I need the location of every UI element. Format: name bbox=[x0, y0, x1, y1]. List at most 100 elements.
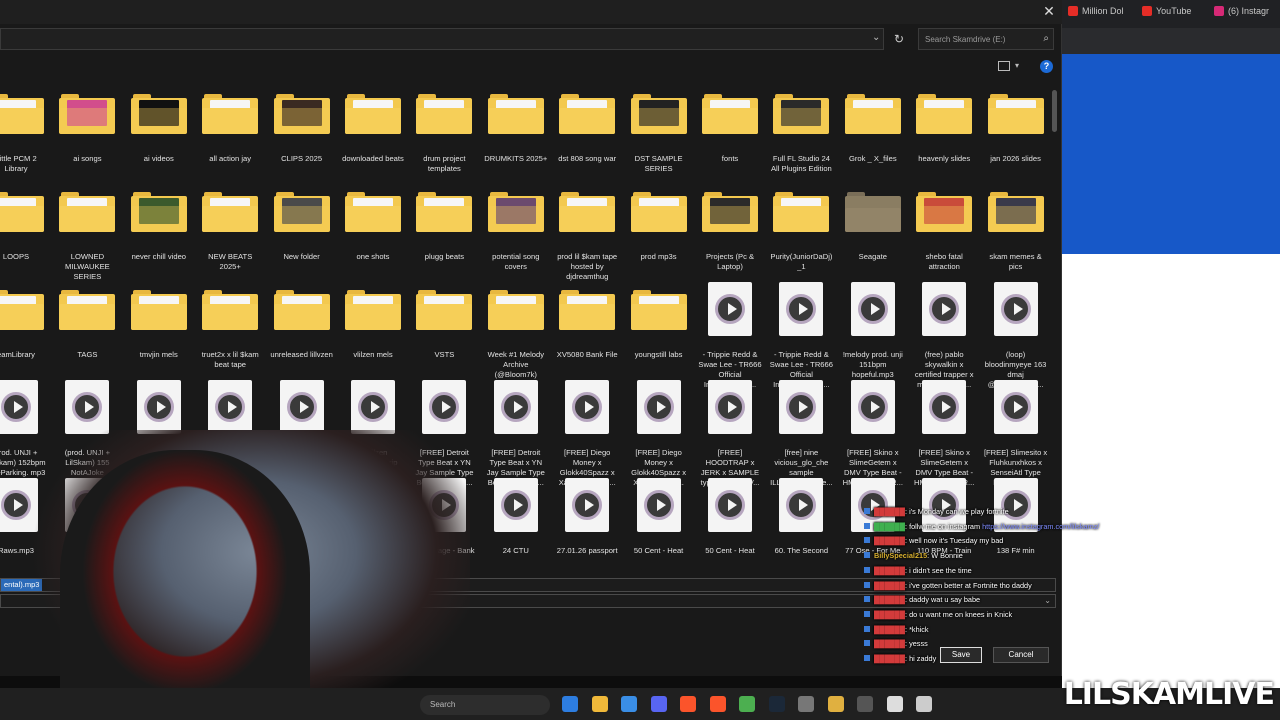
folder-item[interactable]: shebo fatal attraction bbox=[912, 188, 976, 272]
folder-item[interactable]: heavenly slides bbox=[912, 90, 976, 164]
folder-item[interactable]: one shots bbox=[341, 188, 405, 262]
folder-item[interactable]: Little PCM 2 Library bbox=[0, 90, 48, 174]
folder-item[interactable]: truet2x x lil $kam beat tape bbox=[198, 286, 262, 370]
item-label: !melody prod. unji 151bpm hopeful.mp3 bbox=[842, 350, 903, 379]
audio-file-item[interactable]: - Trippie Redd & Swae Lee - TR666 Offici… bbox=[698, 282, 762, 390]
help-icon[interactable]: ? bbox=[1040, 60, 1053, 73]
folder-item[interactable]: jan 2026 slides bbox=[984, 90, 1048, 164]
folder-item[interactable]: ai videos bbox=[127, 90, 191, 164]
folder-item[interactable]: drum project templates bbox=[412, 90, 476, 174]
item-label: TAGS bbox=[77, 350, 98, 359]
folder-item[interactable]: youngstill labs bbox=[627, 286, 691, 360]
audio-file-item[interactable]: 27.01.26 passport bbox=[555, 478, 619, 556]
chat-text: : follw me on instagram bbox=[905, 521, 983, 531]
folder-item[interactable]: LOWNED MILWAUKEE SERIES bbox=[55, 188, 119, 282]
audio-file-item[interactable]: 50 Cent - Heat bbox=[627, 478, 691, 556]
chat-link[interactable]: https://www.instagram.com/lilskamz/ bbox=[982, 522, 1099, 531]
browser-tab[interactable]: Million Dol bbox=[1068, 6, 1124, 16]
folder-item[interactable]: vlilzen mels bbox=[341, 286, 405, 360]
audio-file-item[interactable]: (loop) bloodinmyeye 163 dmaj @michaelmis… bbox=[984, 282, 1048, 390]
folder-item[interactable]: Projects (Pc & Laptop) bbox=[698, 188, 762, 272]
audio-file-item[interactable]: 50 Cent - Heat bbox=[698, 478, 762, 556]
taskbar-search[interactable]: Search bbox=[420, 695, 550, 715]
chat-username: BillySpecial215 bbox=[874, 551, 928, 561]
steam-icon[interactable] bbox=[768, 696, 785, 712]
view-options-icon[interactable] bbox=[998, 61, 1010, 71]
audio-file-icon bbox=[559, 380, 615, 434]
item-label: VSTS bbox=[434, 350, 455, 359]
browser-tab-label: YouTube bbox=[1156, 6, 1192, 16]
brave-icon[interactable] bbox=[680, 696, 696, 712]
folder-item[interactable]: Grok _ X_files bbox=[841, 90, 905, 164]
folder-item[interactable]: downloaded beats bbox=[341, 90, 405, 164]
app-icon[interactable] bbox=[827, 696, 844, 712]
audio-file-item[interactable]: [FREE] Skino x SlimeGetem x DMV Type Bea… bbox=[841, 380, 905, 488]
stream-watermark: LILSKAMLIVE bbox=[1063, 677, 1275, 712]
folder-item[interactable]: VSTS bbox=[412, 286, 476, 360]
audio-file-item[interactable]: [FREE] Slimesito x Fluhkunxhkos x Sensei… bbox=[984, 380, 1048, 488]
audio-file-icon bbox=[702, 282, 758, 336]
audio-file-item[interactable]: (free) pablo skywalkin x certified trapp… bbox=[912, 282, 976, 390]
chat-username: ██████ bbox=[874, 654, 906, 664]
app-icon[interactable] bbox=[916, 696, 932, 712]
chat-message: ██████: well now it's Tuesday my bad bbox=[864, 534, 1164, 549]
folder-item[interactable]: TAGS bbox=[55, 286, 119, 360]
brave-icon[interactable] bbox=[709, 696, 726, 712]
discord-icon[interactable] bbox=[650, 696, 667, 712]
audio-file-item[interactable]: [FREE] Diego Money x Glokk40Spazz x Xang… bbox=[627, 380, 691, 488]
folder-item[interactable]: NEW BEATS 2025+ bbox=[198, 188, 262, 272]
address-bar[interactable] bbox=[0, 28, 884, 50]
folder-item[interactable]: never chill video bbox=[127, 188, 191, 262]
file-explorer-icon[interactable] bbox=[591, 696, 608, 712]
copilot-icon[interactable] bbox=[562, 696, 578, 712]
audio-file-item[interactable]: [FREE] HOODTRAP x JERK x SAMPLE type bea… bbox=[698, 380, 762, 488]
audio-file-item[interactable]: 60. The Second bbox=[769, 478, 833, 556]
audio-file-item[interactable]: - Trippie Redd & Swae Lee - TR666 Offici… bbox=[769, 282, 833, 390]
folder-item[interactable]: fonts bbox=[698, 90, 762, 164]
chevron-down-icon[interactable]: ⌄ bbox=[872, 32, 880, 43]
folder-item[interactable]: dst 808 song war bbox=[555, 90, 619, 164]
folder-item[interactable]: XV5080 Bank File bbox=[555, 286, 619, 360]
item-label: Week #1 Melody Archive (@Bloom7k) bbox=[487, 350, 544, 379]
folder-item[interactable]: LOOPS bbox=[0, 188, 48, 262]
audio-file-item[interactable]: !melody prod. unji 151bpm hopeful.mp3 bbox=[841, 282, 905, 380]
audio-file-item[interactable]: [FREE] Diego Money x Glokk40Spazz x Xang… bbox=[555, 380, 619, 488]
folder-item[interactable]: ai songs bbox=[55, 90, 119, 164]
folder-item[interactable]: New folder bbox=[270, 188, 334, 262]
scrollbar[interactable] bbox=[1052, 90, 1057, 132]
folder-item[interactable]: Full FL Studio 24 All Plugins Edition bbox=[769, 90, 833, 174]
audio-file-item[interactable]: 24 CTU bbox=[484, 478, 548, 556]
folder-item[interactable]: skam memes & pics bbox=[984, 188, 1048, 272]
chrome-icon[interactable] bbox=[739, 696, 755, 712]
folder-item[interactable]: all action jay bbox=[198, 90, 262, 164]
close-icon[interactable]: ✕ bbox=[1040, 2, 1058, 20]
folder-item[interactable]: prod mp3s bbox=[627, 188, 691, 262]
search-input[interactable]: Search Skamdrive (E:) ⌕ bbox=[918, 28, 1054, 50]
browser-tab[interactable]: YouTube bbox=[1142, 6, 1191, 16]
chat-username: ██████ bbox=[874, 580, 906, 590]
audio-file-item[interactable]: [FREE] Skino x SlimeGetem x DMV Type Bea… bbox=[912, 380, 976, 488]
audio-file-item[interactable]: [free] nine vicious_glo_che sample ILLUS… bbox=[769, 380, 833, 488]
chat-badge-icon bbox=[864, 610, 870, 617]
app-icon[interactable] bbox=[798, 696, 814, 712]
audio-file-item[interactable]: [FREE] Detroit Type Beat x YN Jay Sample… bbox=[484, 380, 548, 488]
folder-item[interactable]: eamLibrary bbox=[0, 286, 48, 360]
folder-item[interactable]: tmvjin mels bbox=[127, 286, 191, 360]
item-label: dst 808 song war bbox=[558, 154, 617, 163]
app-icon[interactable] bbox=[886, 696, 903, 712]
browser-tab[interactable]: (6) Instagr bbox=[1214, 6, 1269, 16]
folder-item[interactable]: CLIPS 2025 bbox=[270, 90, 334, 164]
chevron-down-icon[interactable]: ▾ bbox=[1015, 61, 1019, 70]
folder-item[interactable]: unreleased lillvzen bbox=[270, 286, 334, 360]
folder-item[interactable]: plugg beats bbox=[412, 188, 476, 262]
folder-item[interactable]: DRUMKITS 2025+ bbox=[484, 90, 548, 164]
refresh-icon[interactable]: ↻ bbox=[890, 30, 908, 48]
folder-item[interactable]: prod lil $kam tape hosted by djdreamthug bbox=[555, 188, 619, 282]
folder-item[interactable]: Seagate bbox=[841, 188, 905, 262]
app-icon[interactable] bbox=[857, 696, 873, 712]
folder-item[interactable]: DST SAMPLE SERIES bbox=[627, 90, 691, 174]
folder-item[interactable]: Purity(JuniorDaDj)_1 bbox=[769, 188, 833, 272]
folder-item[interactable]: potential song covers bbox=[484, 188, 548, 272]
folder-item[interactable]: Week #1 Melody Archive (@Bloom7k) bbox=[484, 286, 548, 380]
store-icon[interactable] bbox=[621, 696, 637, 712]
